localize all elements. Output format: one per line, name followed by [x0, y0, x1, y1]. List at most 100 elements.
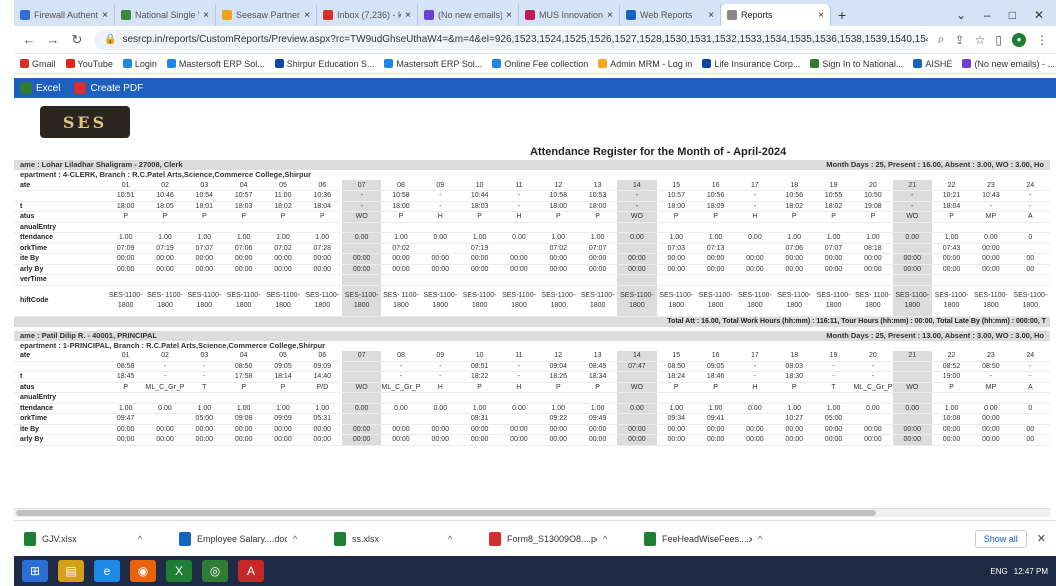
bookmark-item[interactable]: Login	[122, 59, 157, 69]
windows-start-icon[interactable]: ⊞	[22, 560, 48, 582]
windows-taskbar: ⊞ ▤ e ◉ X ◎ A ENG 12:47 PM	[14, 556, 1056, 586]
table-cell: 07:02	[538, 243, 578, 254]
browser-tab[interactable]: Firewall Authenticati...×	[14, 4, 115, 26]
bookmark-item[interactable]: Mastersoft ERP Sol...	[166, 59, 265, 69]
reload-icon[interactable]: ↻	[70, 32, 84, 48]
bookmark-label: Sign In to National...	[822, 58, 904, 69]
table-row: orkTime 07:09 07:19 07:07 07:06 07:02 07:28 07:…	[14, 243, 1050, 254]
excel-export-button[interactable]: Excel	[20, 82, 60, 94]
browser-tab[interactable]: Reports ×	[721, 4, 831, 26]
share-icon[interactable]: ⇪	[955, 33, 965, 47]
chrome-icon[interactable]: ◎	[202, 560, 228, 582]
bookmark-item[interactable]: AISHE	[913, 59, 952, 69]
table-cell: 08:45	[577, 361, 618, 372]
browser-tab[interactable]: Web Reports ×	[620, 4, 721, 26]
table-cell	[223, 222, 264, 233]
zoom-icon[interactable]: ⌕	[938, 32, 945, 47]
close-window-icon[interactable]: ✕	[1034, 8, 1044, 22]
bookmark-item[interactable]: Online Fee collection	[492, 59, 588, 69]
scrollbar-thumb[interactable]	[16, 510, 876, 516]
table-cell: 00:00	[971, 243, 1011, 254]
file-icon	[489, 531, 501, 546]
url-field[interactable]: 🔒 sesrcp.in/reports/CustomReports/Previe…	[94, 29, 928, 50]
bookmark-item[interactable]: YouTube	[65, 59, 113, 69]
table-cell: 09:08	[223, 413, 264, 425]
minimize-icon[interactable]: –	[984, 8, 991, 22]
browser-tab[interactable]: Inbox (7,236) - kp... ×	[317, 4, 418, 26]
chevron-up-icon[interactable]: ^	[293, 534, 297, 544]
horizontal-scrollbar[interactable]	[14, 508, 1050, 517]
clock[interactable]: 12:47 PM	[1014, 567, 1048, 576]
firefox-icon[interactable]: ◉	[130, 560, 156, 582]
excel-icon[interactable]: X	[166, 560, 192, 582]
close-icon[interactable]: ×	[506, 10, 512, 21]
table-cell: 10:57	[656, 190, 696, 202]
shift-cell: SES-1100-1800	[617, 285, 657, 317]
shift-cell: SES-1100-1800	[538, 285, 578, 317]
table-cell: 00:00	[774, 434, 814, 446]
bookmark-item[interactable]: Admin MRM - Log in	[598, 59, 692, 69]
download-item[interactable]: Form8_S13009O8....pdf ^	[489, 531, 644, 546]
table-cell: 0.00	[892, 403, 932, 414]
table-cell: 07:07	[813, 243, 854, 254]
download-item[interactable]: GJV.xlsx ^	[24, 531, 179, 546]
close-icon[interactable]: ×	[304, 10, 310, 21]
bookmark-item[interactable]: Shirpur Education S...	[274, 59, 374, 69]
download-item[interactable]: ss.xlsx ^	[334, 531, 489, 546]
menu-icon[interactable]: ⋮	[1036, 33, 1048, 47]
close-icon[interactable]: ×	[818, 10, 824, 21]
table-cell: 10:43	[971, 190, 1011, 202]
table-cell: 08	[381, 180, 421, 191]
bookmark-item[interactable]: Sign In to National...	[810, 59, 903, 69]
close-icon[interactable]: ×	[607, 10, 613, 21]
table-cell: 00	[1010, 424, 1050, 435]
close-icon[interactable]: ✕	[1037, 532, 1046, 545]
bookmark-item[interactable]: Gmail	[20, 59, 56, 69]
department-text: epartment : 1-PRINCIPAL, Branch : R.C.Pa…	[20, 340, 326, 350]
profile-avatar[interactable]: ●	[1012, 32, 1026, 47]
chevron-up-icon[interactable]: ^	[138, 534, 142, 544]
row-label: ite By	[14, 253, 106, 265]
show-all-button[interactable]: Show all	[974, 529, 1027, 548]
download-item[interactable]: Employee Salary....docx ^	[179, 531, 334, 546]
back-icon[interactable]: ←	[22, 32, 36, 47]
maximize-icon[interactable]: □	[1009, 8, 1016, 22]
close-icon[interactable]: ×	[203, 10, 209, 21]
chevron-up-icon[interactable]: ^	[448, 534, 452, 544]
forward-icon[interactable]: →	[46, 32, 60, 47]
browser-tab[interactable]: (No new emails) - ...×	[418, 4, 519, 26]
table-cell: 10:57	[223, 190, 264, 202]
table-cell: 00:00	[853, 434, 893, 446]
table-cell	[1010, 222, 1050, 233]
new-tab-icon[interactable]: +	[831, 4, 853, 26]
download-item[interactable]: FeeHeadWiseFees....xlsx ^	[644, 531, 799, 546]
table-cell: 10:21	[931, 190, 972, 202]
table-cell: 1.00	[223, 403, 264, 414]
bookmark-star-icon[interactable]: ☆	[975, 33, 986, 47]
side-panel-icon[interactable]: ▯	[995, 33, 1002, 47]
bookmark-item[interactable]: Life Insurance Corp...	[702, 59, 800, 69]
ie-icon[interactable]: e	[94, 560, 120, 582]
explorer-icon[interactable]: ▤	[58, 560, 84, 582]
chevron-up-icon[interactable]: ^	[758, 534, 762, 544]
close-icon[interactable]: ×	[102, 10, 108, 21]
chevron-up-icon[interactable]: ^	[603, 534, 607, 544]
table-cell: -	[892, 190, 932, 202]
table-cell: P	[302, 211, 342, 223]
browser-tab[interactable]: Seesaw Partner Port...×	[216, 4, 317, 26]
table-cell: 1.00	[774, 232, 814, 244]
bookmark-label: Life Insurance Corp...	[714, 58, 801, 69]
close-icon[interactable]: ×	[405, 10, 411, 21]
language-indicator[interactable]: ENG	[990, 567, 1007, 576]
browser-tab[interactable]: National Single Wi... ×	[115, 4, 216, 26]
table-cell: 18:04	[931, 201, 972, 212]
bookmark-item[interactable]: (No new emails) - ...	[962, 59, 1055, 69]
acrobat-icon[interactable]: A	[238, 560, 264, 582]
table-cell: 21	[892, 350, 932, 362]
bookmark-item[interactable]: Mastersoft ERP Sol...	[384, 59, 482, 69]
close-icon[interactable]: ×	[708, 10, 714, 21]
browser-tab[interactable]: MUS Innovation Cell×	[519, 4, 620, 26]
create-pdf-button[interactable]: Create PDF	[74, 82, 143, 94]
tab-search-icon[interactable]: ⌄	[956, 8, 966, 22]
table-cell: 10:54	[184, 190, 224, 202]
